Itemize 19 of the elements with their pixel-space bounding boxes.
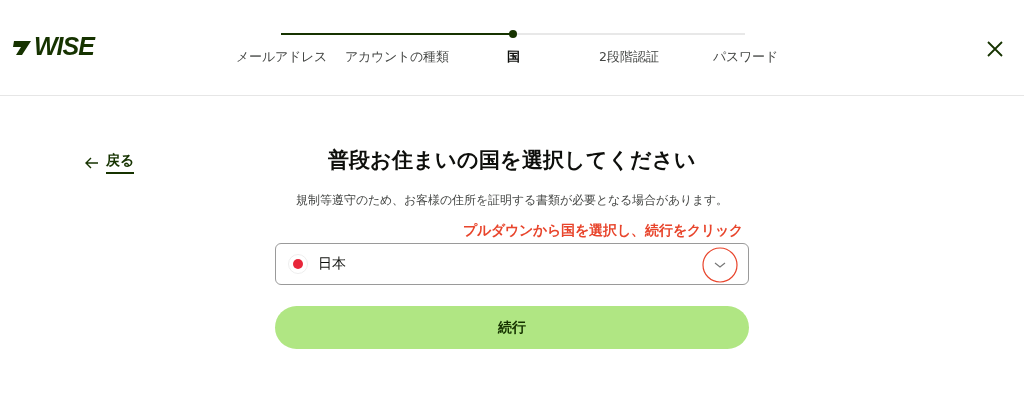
- close-icon[interactable]: [986, 40, 1004, 58]
- annotation-text: プルダウンから国を選択し、続行をクリック: [463, 222, 743, 240]
- step-label: 国: [506, 49, 520, 66]
- logo[interactable]: WISE: [34, 32, 94, 61]
- current-step-dot: [509, 30, 517, 38]
- flag-icon: [288, 254, 308, 274]
- subtitle: 規制等遵守のため、お客様の住所を証明する書類が必要となる場合があります。: [296, 192, 728, 209]
- arrow-left-icon: [85, 157, 99, 169]
- step-label: 2段階認証: [599, 49, 659, 66]
- chevron-down-icon[interactable]: [702, 247, 738, 283]
- page-title: 普段お住まいの国を選択してください: [328, 147, 696, 174]
- step-label: アカウントの種類: [345, 49, 449, 66]
- back-link[interactable]: 戻る: [85, 152, 134, 174]
- country-select[interactable]: 日本: [275, 243, 749, 285]
- step-label: メールアドレス: [235, 49, 327, 66]
- select-value: 日本: [318, 255, 346, 273]
- back-label[interactable]: 戻る: [106, 152, 134, 174]
- continue-button[interactable]: 続行: [275, 306, 749, 349]
- step-label: パスワード: [712, 49, 778, 66]
